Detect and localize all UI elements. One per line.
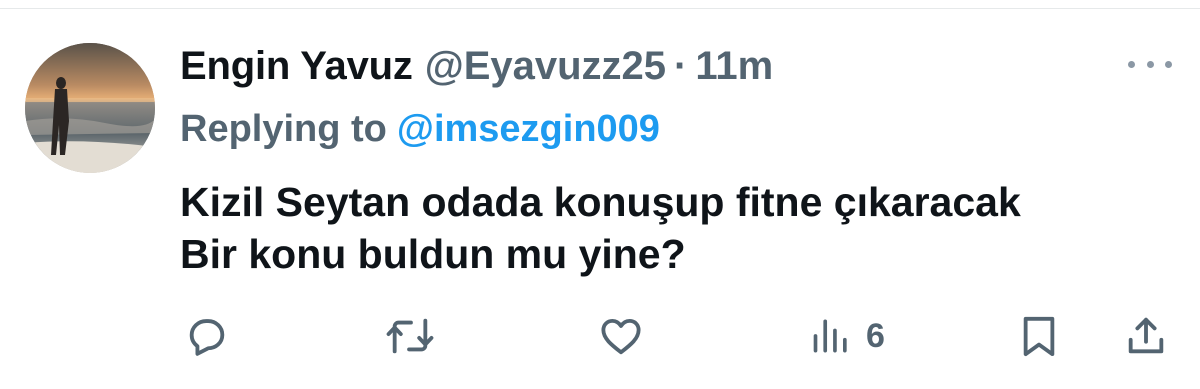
avatar-photo (25, 43, 155, 173)
like-button[interactable] (598, 308, 644, 364)
tweet-text-line: Bir konu buldun mu yine? (180, 231, 686, 277)
share-button[interactable] (1123, 308, 1169, 364)
top-divider (0, 8, 1200, 9)
bookmark-button[interactable] (1018, 308, 1060, 364)
views-bar-icon (813, 319, 847, 353)
tweet-text-line: Kizil Seytan odada konuşup fitne çıkarac… (180, 179, 1021, 225)
more-dot (1128, 60, 1135, 68)
reply-handle-link[interactable]: @imsezgin009 (397, 108, 660, 150)
user-handle[interactable]: @Eyavuzz25 (425, 40, 666, 92)
reply-icon (189, 319, 225, 356)
more-options-icon[interactable] (1128, 52, 1172, 76)
tweet-header: Engin Yavuz @Eyavuzz25 · 11m (180, 40, 773, 92)
views-count: 6 (866, 316, 885, 355)
retweet-icon (386, 318, 434, 354)
more-dot (1146, 60, 1154, 68)
replying-to: Replying to @imsezgin009 (180, 103, 660, 155)
heart-icon (601, 318, 641, 355)
display-name[interactable]: Engin Yavuz (180, 40, 413, 92)
share-icon (1128, 317, 1164, 354)
replying-to-label: Replying to (180, 108, 387, 150)
retweet-button[interactable] (385, 308, 435, 364)
tweet-timestamp[interactable]: 11m (695, 40, 773, 92)
views-button[interactable]: 6 (810, 308, 885, 364)
tweet-text: Kizil Seytan odada konuşup fitne çıkarac… (180, 176, 1180, 280)
action-bar: 6 (0, 308, 1200, 364)
avatar[interactable] (25, 43, 155, 173)
bookmark-icon (1023, 316, 1055, 357)
separator-dot: · (674, 44, 688, 88)
reply-button[interactable] (184, 308, 230, 364)
more-dot (1165, 60, 1172, 68)
